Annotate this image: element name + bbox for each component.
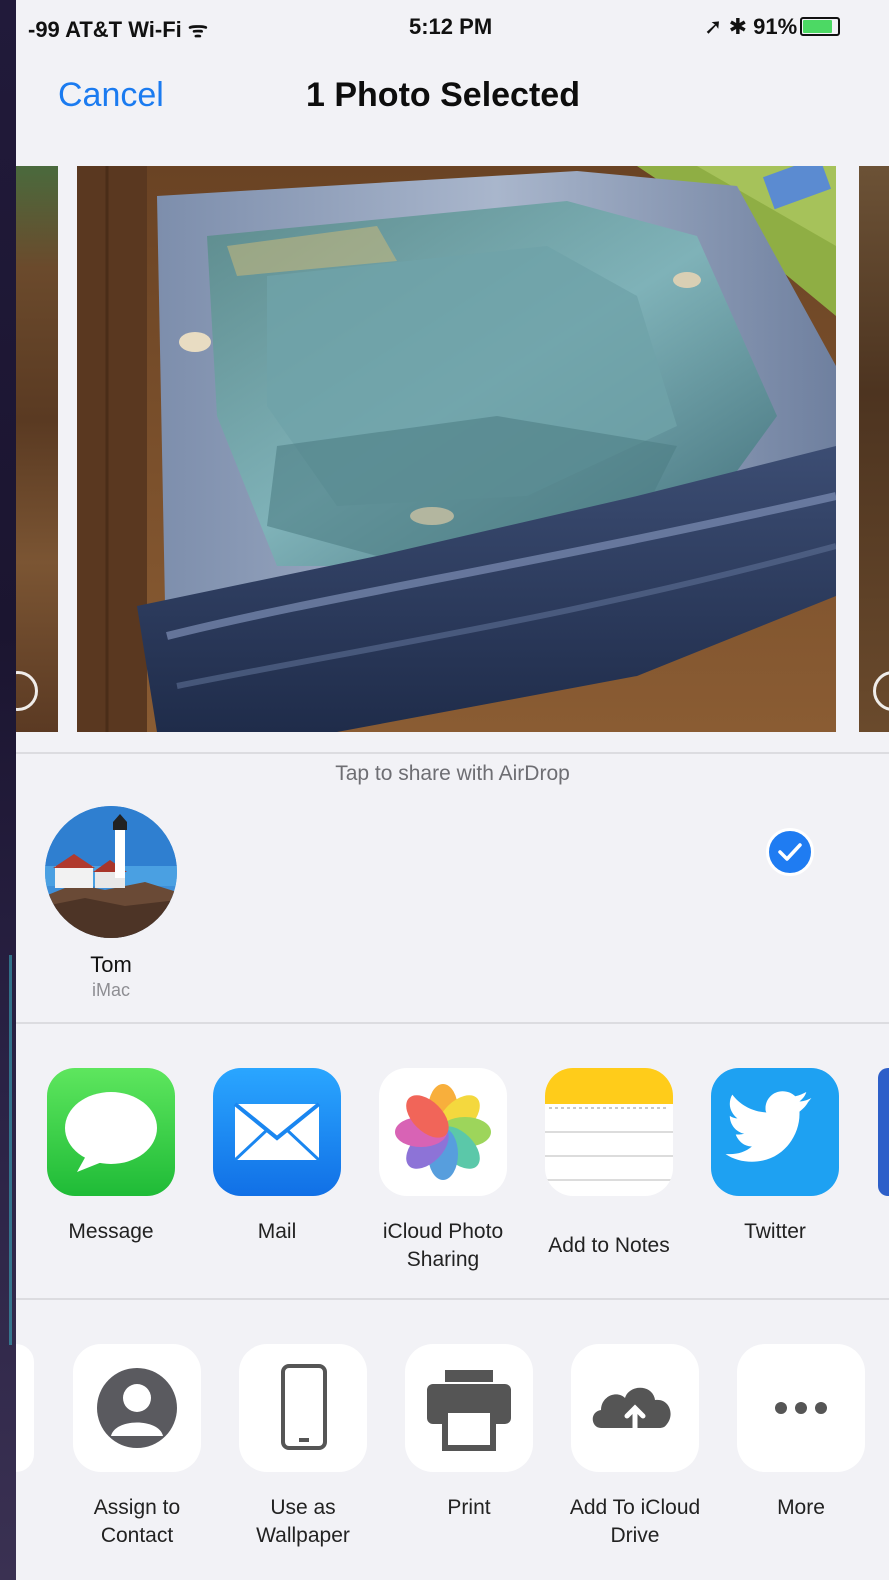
hot-tub-photo bbox=[77, 166, 836, 732]
share-app-add-to-notes[interactable]: Add to Notes bbox=[529, 1068, 689, 1260]
contact-icon bbox=[73, 1344, 201, 1472]
lighthouse-avatar-image bbox=[45, 806, 177, 938]
cancel-button[interactable]: Cancel bbox=[58, 76, 164, 115]
mail-icon bbox=[213, 1068, 341, 1196]
action-label: Print bbox=[447, 1496, 491, 1519]
selection-circle-icon bbox=[873, 671, 889, 711]
action-assign-to-contact[interactable]: Assign to Contact bbox=[57, 1344, 217, 1550]
background-left bbox=[0, 0, 16, 1580]
contact-device: iMac bbox=[91, 980, 130, 1000]
share-apps-row: Message Mail iCloud Photo Sharing Add to… bbox=[16, 1068, 889, 1278]
action-partial[interactable] bbox=[16, 1344, 34, 1472]
app-label: Add to Notes bbox=[548, 1234, 670, 1257]
twitter-icon bbox=[711, 1068, 839, 1196]
location-icon: ➚ bbox=[704, 14, 723, 39]
messages-icon bbox=[47, 1068, 175, 1196]
status-right: ➚ ✱ 91% bbox=[704, 14, 841, 40]
selected-checkmark-icon[interactable] bbox=[766, 828, 814, 876]
divider bbox=[16, 1022, 889, 1024]
wifi-icon: ᯤ bbox=[187, 17, 209, 42]
page-title: 1 Photo Selected bbox=[306, 76, 580, 114]
checkmark-glyph-icon bbox=[778, 843, 802, 861]
action-use-as-wallpaper[interactable]: Use as Wallpaper bbox=[223, 1344, 383, 1550]
contact-name: Tom bbox=[90, 952, 132, 977]
action-print[interactable]: Print bbox=[389, 1344, 549, 1522]
avatar bbox=[45, 806, 177, 938]
action-label: Assign to Contact bbox=[93, 1496, 181, 1547]
navigation-bar: Cancel 1 Photo Selected bbox=[16, 56, 889, 144]
share-sheet: -99 AT&T Wi-Fi ᯤ 5:12 PM ➚ ✱ 91% Cancel … bbox=[16, 0, 889, 1580]
share-app-partial[interactable] bbox=[878, 1068, 889, 1196]
share-app-message[interactable]: Message bbox=[31, 1068, 191, 1246]
battery-percent: 91% bbox=[753, 14, 798, 39]
background-accent bbox=[9, 955, 12, 1345]
more-icon bbox=[737, 1344, 865, 1472]
photo-strip[interactable] bbox=[16, 160, 889, 876]
app-label: iCloud Photo Sharing bbox=[382, 1220, 504, 1271]
action-label: More bbox=[777, 1496, 825, 1519]
actions-row: Assign to Contact Use as Wallpaper Print bbox=[16, 1344, 889, 1564]
clock: 5:12 PM bbox=[409, 14, 493, 39]
notes-icon bbox=[545, 1068, 673, 1196]
airdrop-contact[interactable]: Tom iMac bbox=[44, 806, 178, 1001]
selection-circle-icon bbox=[16, 671, 38, 711]
selected-photo[interactable] bbox=[77, 166, 836, 732]
action-label: Add To iCloud Drive bbox=[569, 1496, 701, 1547]
share-app-mail[interactable]: Mail bbox=[197, 1068, 357, 1246]
action-more[interactable]: More bbox=[721, 1344, 881, 1522]
app-label: Mail bbox=[257, 1220, 297, 1243]
photos-icon bbox=[379, 1068, 507, 1196]
divider bbox=[16, 1298, 889, 1300]
app-label: Twitter bbox=[744, 1220, 806, 1243]
printer-icon bbox=[405, 1344, 533, 1472]
bluetooth-icon: ✱ bbox=[728, 14, 747, 39]
action-label: Use as Wallpaper bbox=[256, 1496, 350, 1547]
photo-thumbnail-previous[interactable] bbox=[16, 166, 58, 732]
phone-icon bbox=[239, 1344, 367, 1472]
divider bbox=[16, 752, 889, 754]
airdrop-hint: Tap to share with AirDrop bbox=[335, 762, 570, 785]
photo-thumbnail-next[interactable] bbox=[859, 166, 889, 732]
carrier-label: -99 AT&T Wi-Fi ᯤ bbox=[28, 17, 209, 42]
cloud-upload-icon bbox=[571, 1344, 699, 1472]
battery-icon bbox=[800, 17, 841, 36]
app-label: Message bbox=[68, 1220, 154, 1243]
action-add-to-icloud-drive[interactable]: Add To iCloud Drive bbox=[555, 1344, 715, 1550]
share-app-icloud-photo-sharing[interactable]: iCloud Photo Sharing bbox=[363, 1068, 523, 1274]
status-bar: -99 AT&T Wi-Fi ᯤ 5:12 PM ➚ ✱ 91% bbox=[16, 0, 889, 56]
share-app-twitter[interactable]: Twitter bbox=[695, 1068, 855, 1246]
